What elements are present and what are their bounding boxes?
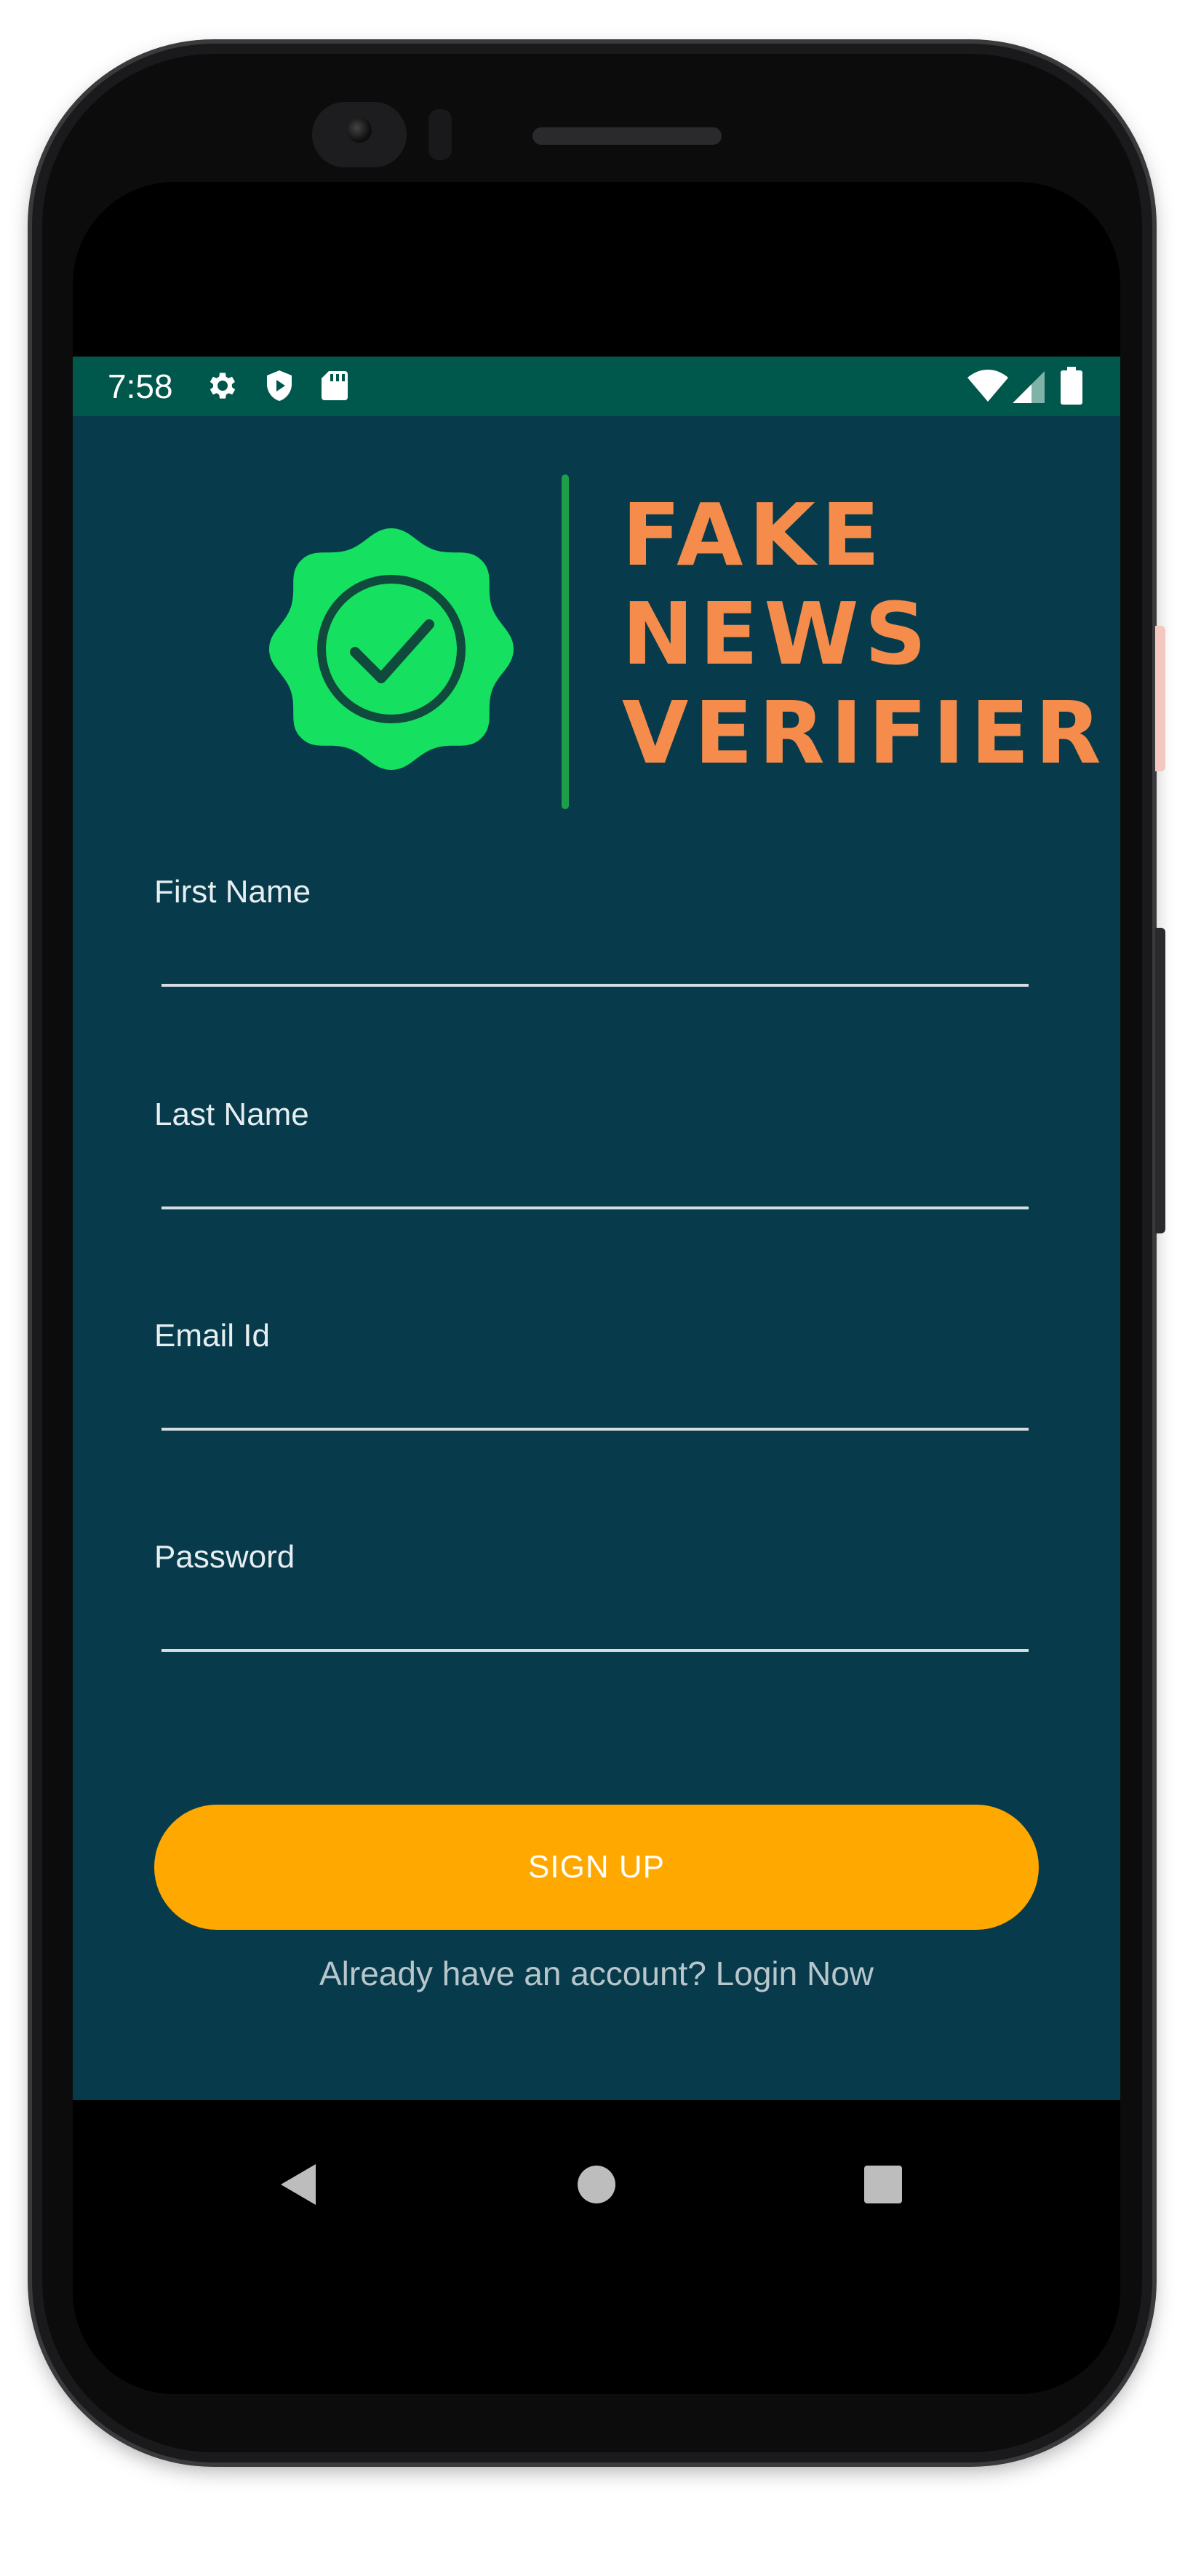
back-icon[interactable] xyxy=(265,2150,335,2219)
recents-icon[interactable] xyxy=(848,2150,918,2219)
status-time: 7:58 xyxy=(108,367,173,405)
gear-icon xyxy=(205,368,240,407)
logo-divider xyxy=(562,474,569,809)
last-name-field[interactable] xyxy=(161,1148,1029,1209)
camera-lens xyxy=(347,118,372,143)
login-now-link[interactable]: Already have an account? Login Now xyxy=(73,1953,1120,1994)
volume-rocker xyxy=(1155,928,1165,1233)
system-navigation-bar xyxy=(73,2100,1120,2394)
front-camera xyxy=(312,102,407,167)
password-label: Password xyxy=(154,1539,295,1575)
logo-line-2: NEWS xyxy=(622,584,933,684)
status-bar: 7:58 xyxy=(73,357,1120,416)
power-button xyxy=(1155,626,1165,771)
home-icon[interactable] xyxy=(562,2150,631,2219)
battery-icon xyxy=(1061,367,1082,408)
sign-up-button[interactable]: SIGN UP xyxy=(154,1805,1039,1930)
proximity-sensor xyxy=(428,109,452,160)
password-field[interactable] xyxy=(161,1591,1029,1652)
cell-signal-icon xyxy=(1013,371,1045,407)
sd-card-icon xyxy=(319,368,351,407)
email-label: Email Id xyxy=(154,1318,270,1353)
device-screen: 7:58 FAKE NEWS VERIFIER First Name Last … xyxy=(73,182,1120,2394)
logo-line-1: FAKE xyxy=(622,485,886,585)
last-name-label: Last Name xyxy=(154,1097,309,1132)
logo-line-3: VERIFIER xyxy=(622,683,1107,783)
first-name-label: First Name xyxy=(154,874,311,910)
wifi-icon xyxy=(967,370,1008,407)
email-field[interactable] xyxy=(161,1370,1029,1431)
app-logo-wordmark: FAKE NEWS VERIFIER xyxy=(622,485,1107,782)
first-name-field[interactable] xyxy=(161,926,1029,987)
signup-screen: FAKE NEWS VERIFIER First Name Last Name … xyxy=(73,416,1120,2100)
shield-play-icon xyxy=(262,368,297,407)
check-badge-icon xyxy=(260,518,522,780)
earpiece-speaker xyxy=(532,127,722,145)
